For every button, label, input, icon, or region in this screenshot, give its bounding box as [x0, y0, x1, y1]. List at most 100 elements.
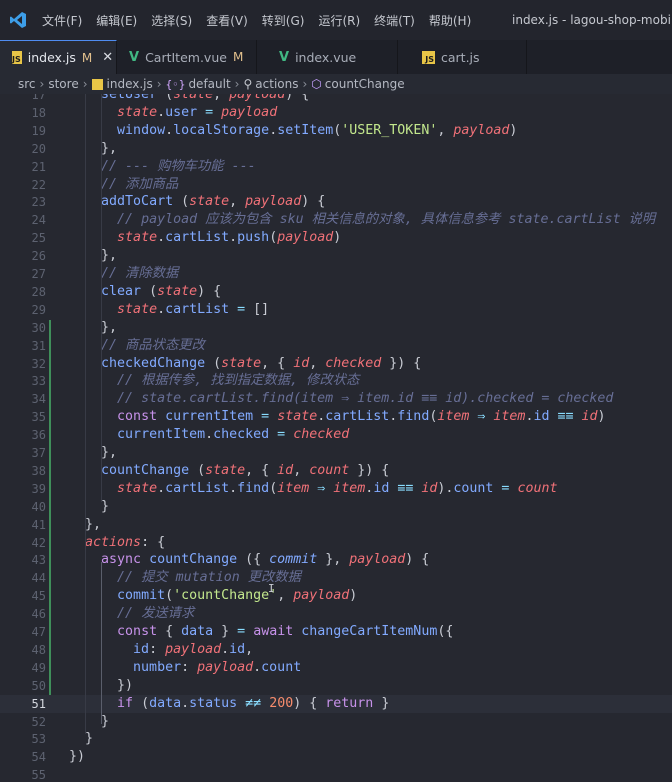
code-text: }): [69, 748, 85, 766]
code-token: ) {: [301, 194, 326, 210]
breadcrumb-default[interactable]: default: [188, 77, 230, 91]
tab-cartitem-vue[interactable]: V CartItem.vue M: [117, 40, 257, 74]
code-token: },: [69, 319, 118, 335]
line-number[interactable]: 37: [0, 444, 46, 462]
line-number[interactable]: 38: [0, 462, 46, 480]
line-number[interactable]: 25: [0, 229, 46, 247]
line-number[interactable]: 44: [0, 569, 46, 587]
code-token: .: [157, 230, 166, 246]
code-token: state: [277, 409, 318, 425]
line-number[interactable]: 55: [0, 766, 46, 782]
tab-index-vue[interactable]: V index.vue: [257, 40, 398, 74]
line-number[interactable]: 39: [0, 480, 46, 498]
code-text: state.cartList = []: [69, 301, 269, 319]
line-number[interactable]: 21: [0, 158, 46, 176]
code-token: data: [149, 695, 182, 711]
code-token: id: [293, 355, 310, 371]
breadcrumb-actions[interactable]: actions: [255, 77, 298, 91]
line-number[interactable]: 22: [0, 176, 46, 194]
modified-indicator: M: [81, 50, 93, 65]
breadcrumb-countchange[interactable]: countChange: [325, 77, 405, 91]
menu-run[interactable]: 运行(R): [318, 12, 360, 29]
close-tab-icon[interactable]: ✕: [102, 50, 113, 65]
code-token: addToCart: [101, 194, 174, 210]
code-line[interactable]: 53 }: [0, 730, 672, 748]
code-text: const { data } = await changeCartItemNum…: [69, 623, 453, 641]
code-token: (: [269, 230, 278, 246]
code-token: }) {: [349, 462, 390, 478]
code-token: .: [229, 480, 238, 496]
breadcrumb-file[interactable]: index.js: [107, 77, 153, 91]
code-line[interactable]: 42 actions: {: [0, 534, 672, 552]
tab-label: index.vue: [295, 49, 357, 65]
code-line[interactable]: 55: [0, 766, 672, 782]
code-token: ) {: [293, 695, 326, 711]
code-token: =: [197, 104, 222, 120]
title-bar: 文件(F) 编辑(E) 选择(S) 查看(V) 转到(G) 运行(R) 终端(T…: [0, 0, 672, 40]
line-number[interactable]: 48: [0, 641, 46, 659]
code-token: state: [117, 104, 158, 120]
code-editor[interactable]: 17 setUser (state, payload) {18 state.us…: [0, 94, 672, 782]
tab-index-js[interactable]: JS index.js M ✕: [0, 40, 117, 74]
line-number[interactable]: 45: [0, 587, 46, 605]
menu-view[interactable]: 查看(V): [206, 12, 248, 29]
code-token: :: [149, 641, 166, 657]
line-number[interactable]: 46: [0, 605, 46, 623]
line-number[interactable]: 51: [0, 695, 46, 713]
line-number[interactable]: 49: [0, 659, 46, 677]
line-number[interactable]: 20: [0, 140, 46, 158]
line-number[interactable]: 31: [0, 337, 46, 355]
line-number[interactable]: 47: [0, 623, 46, 641]
code-text: const currentItem = state.cartList.find(…: [69, 408, 605, 426]
code-token: // --- 购物车功能 ---: [101, 158, 256, 174]
line-number[interactable]: 35: [0, 408, 46, 426]
line-number[interactable]: 17: [0, 94, 46, 104]
breadcrumb-store[interactable]: store: [48, 77, 78, 91]
code-text: state.cartList.push(payload): [69, 229, 341, 247]
menu-go[interactable]: 转到(G): [262, 12, 305, 29]
code-token: ) {: [197, 283, 222, 299]
code-token: setUser: [101, 94, 158, 102]
line-number[interactable]: 24: [0, 211, 46, 229]
code-token: payload: [197, 659, 254, 675]
menu-selection[interactable]: 选择(S): [151, 12, 192, 29]
line-number[interactable]: 41: [0, 516, 46, 534]
line-number[interactable]: 28: [0, 283, 46, 301]
code-line[interactable]: 41 },: [0, 516, 672, 534]
line-number[interactable]: 42: [0, 534, 46, 552]
line-number[interactable]: 40: [0, 498, 46, 516]
modified-indicator: M: [232, 50, 244, 64]
breadcrumb-src[interactable]: src: [18, 77, 36, 91]
line-number[interactable]: 18: [0, 104, 46, 122]
line-number[interactable]: 50: [0, 677, 46, 695]
code-token: ≠≠: [237, 695, 270, 711]
menu-terminal[interactable]: 终端(T): [374, 12, 415, 29]
code-token: if: [117, 695, 134, 711]
line-number[interactable]: 23: [0, 193, 46, 211]
code-text: // 发送请求: [69, 605, 194, 623]
line-number[interactable]: 29: [0, 301, 46, 319]
line-number[interactable]: 52: [0, 713, 46, 731]
code-text: // 根据传参, 找到指定数据, 修改状态: [69, 372, 359, 390]
line-number[interactable]: 19: [0, 122, 46, 140]
js-file-icon: JS: [422, 50, 435, 64]
tab-cart-js[interactable]: JS cart.js: [398, 40, 527, 74]
menu-edit[interactable]: 编辑(E): [96, 12, 137, 29]
menu-help[interactable]: 帮助(H): [429, 12, 471, 29]
code-token: },: [69, 140, 118, 156]
line-number[interactable]: 32: [0, 355, 46, 373]
code-line[interactable]: 54}): [0, 748, 672, 766]
line-number[interactable]: 26: [0, 247, 46, 265]
line-number[interactable]: 33: [0, 372, 46, 390]
line-number[interactable]: 54: [0, 748, 46, 766]
code-token: ): [349, 588, 358, 604]
menu-file[interactable]: 文件(F): [42, 12, 82, 29]
line-number[interactable]: 36: [0, 426, 46, 444]
line-number[interactable]: 30: [0, 319, 46, 337]
line-number[interactable]: 53: [0, 730, 46, 748]
line-number[interactable]: 34: [0, 390, 46, 408]
line-number[interactable]: 43: [0, 551, 46, 569]
line-number[interactable]: 27: [0, 265, 46, 283]
